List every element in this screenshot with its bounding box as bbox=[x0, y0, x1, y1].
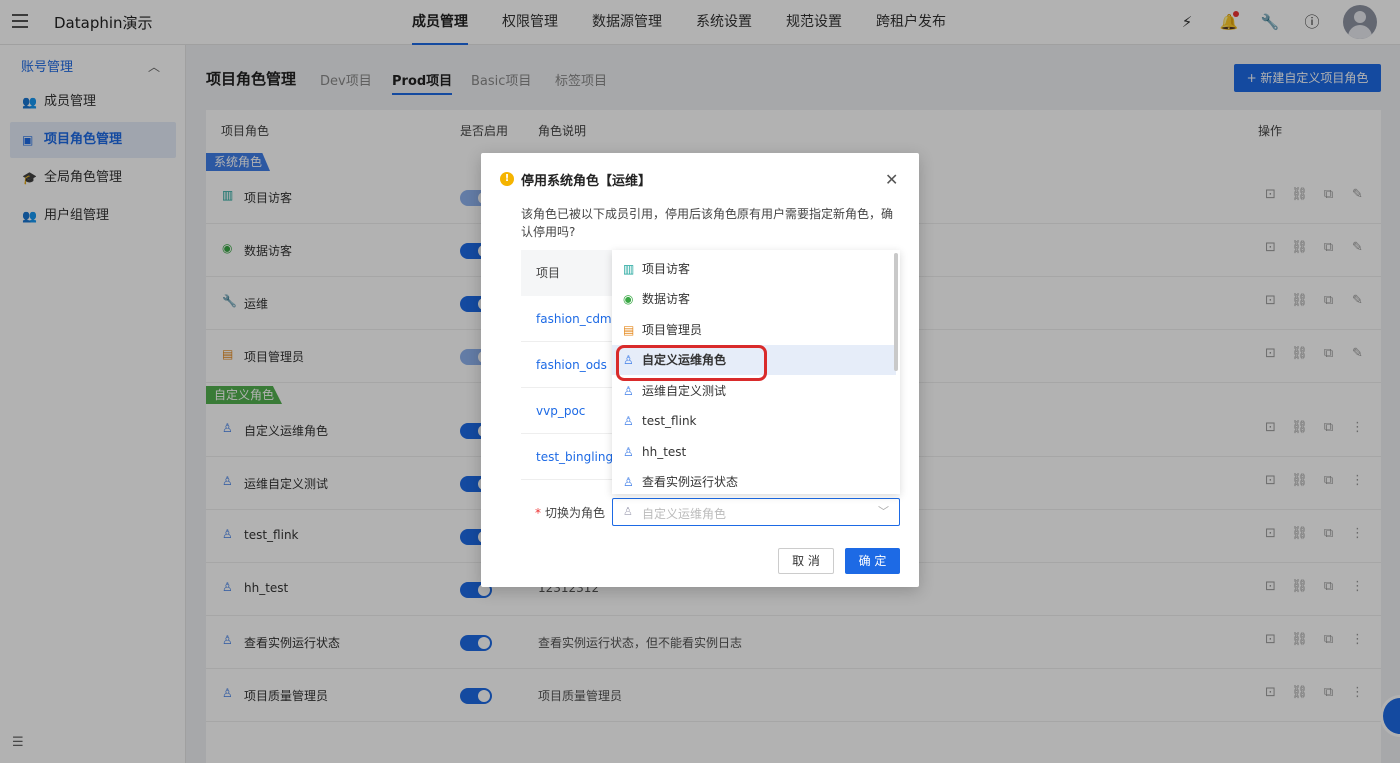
cancel-button[interactable]: 取 消 bbox=[778, 548, 834, 574]
user-icon: ♙ bbox=[623, 414, 634, 428]
dropdown-scrollbar[interactable] bbox=[894, 253, 898, 371]
confirm-button[interactable]: 确 定 bbox=[845, 548, 900, 574]
chevron-down-icon: ﹀ bbox=[878, 505, 889, 518]
user-icon: ♙ bbox=[623, 445, 634, 459]
dropdown-option[interactable]: ♙ test_flink bbox=[612, 406, 896, 436]
dropdown-option[interactable]: ♙ hh_test bbox=[612, 437, 896, 467]
warning-icon: ! bbox=[500, 172, 514, 186]
book-icon: ▥ bbox=[623, 262, 635, 276]
eye-icon: ◉ bbox=[623, 292, 634, 306]
dropdown-option[interactable]: ▥ 项目访客 bbox=[612, 254, 896, 284]
selection-highlight-box bbox=[616, 345, 767, 381]
briefcase-icon: ▤ bbox=[623, 323, 635, 337]
dropdown-option[interactable]: ♙ 查看实例运行状态 bbox=[612, 467, 896, 494]
switch-role-select[interactable]: ♙ 自定义运维角色 ﹀ bbox=[612, 498, 900, 526]
user-icon: ♙ bbox=[623, 505, 633, 518]
dropdown-option[interactable]: ▤ 项目管理员 bbox=[612, 315, 896, 345]
close-icon[interactable]: ✕ bbox=[885, 170, 898, 189]
dropdown-option[interactable]: ◉ 数据访客 bbox=[612, 284, 896, 314]
modal-title: 停用系统角色【运维】 bbox=[521, 174, 652, 189]
select-placeholder: 自定义运维角色 bbox=[642, 507, 727, 521]
switch-role-label: * 切换为角色 bbox=[535, 506, 606, 520]
modal-description: 该角色已被以下成员引用，停用后该角色原有用户需要指定新角色，确认停用吗? bbox=[521, 207, 894, 239]
user-icon: ♙ bbox=[623, 475, 634, 489]
